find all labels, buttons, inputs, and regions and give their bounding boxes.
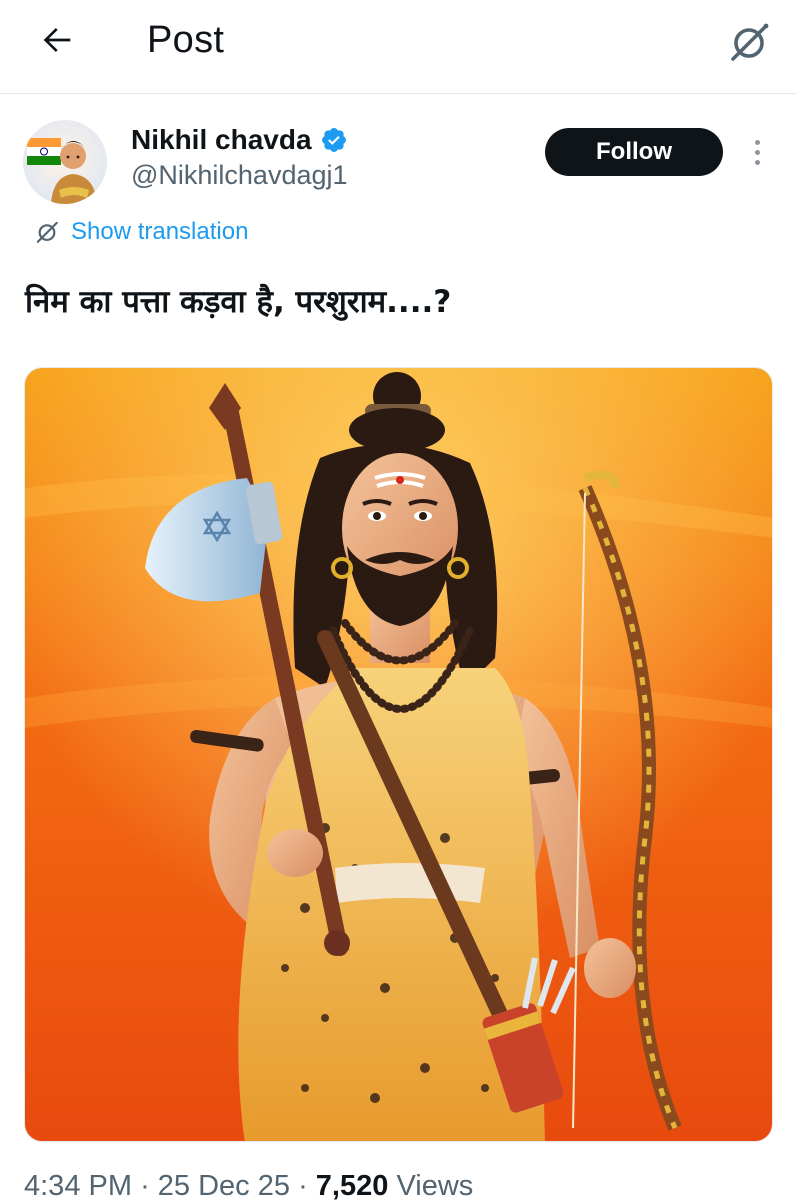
post-date: 25 Dec 25 [157,1170,290,1200]
translate-grok-icon [36,221,58,243]
meta-separator: · [298,1170,308,1200]
meta-separator: · [140,1170,150,1200]
views-count: 7,520 [315,1170,389,1200]
more-dot-icon [754,149,760,155]
more-dot-icon [754,159,760,165]
post-image[interactable] [24,367,773,1142]
views-label: Views [396,1170,474,1200]
more-options-button[interactable] [745,134,769,170]
author-name-row[interactable]: Nikhil chavda [131,124,348,156]
grok-icon [731,23,769,61]
show-translation-link[interactable]: Show translation [33,218,248,246]
follow-button[interactable]: Follow [545,128,723,176]
author-handle[interactable]: @Nikhilchavdagj1 [131,160,348,191]
verified-badge-icon [321,128,346,152]
back-button[interactable] [32,18,82,62]
more-dot-icon [754,139,760,145]
page-title: Post [147,19,225,61]
top-bar: Post [0,0,797,94]
show-translation-label: Show translation [71,218,249,245]
arrow-left-icon [43,28,71,52]
parshuram-illustration [25,368,772,1141]
grok-button[interactable] [723,16,775,68]
avatar-image [23,120,107,204]
post-text: निम का पत्ता कड़वा है, परशुराम....? [25,284,452,320]
avatar[interactable] [23,120,107,204]
post-meta: 4:34 PM · 25 Dec 25 · 7,520 Views [24,1170,473,1200]
author-display-name: Nikhil chavda [131,124,312,155]
post-time: 4:34 PM [24,1170,132,1200]
